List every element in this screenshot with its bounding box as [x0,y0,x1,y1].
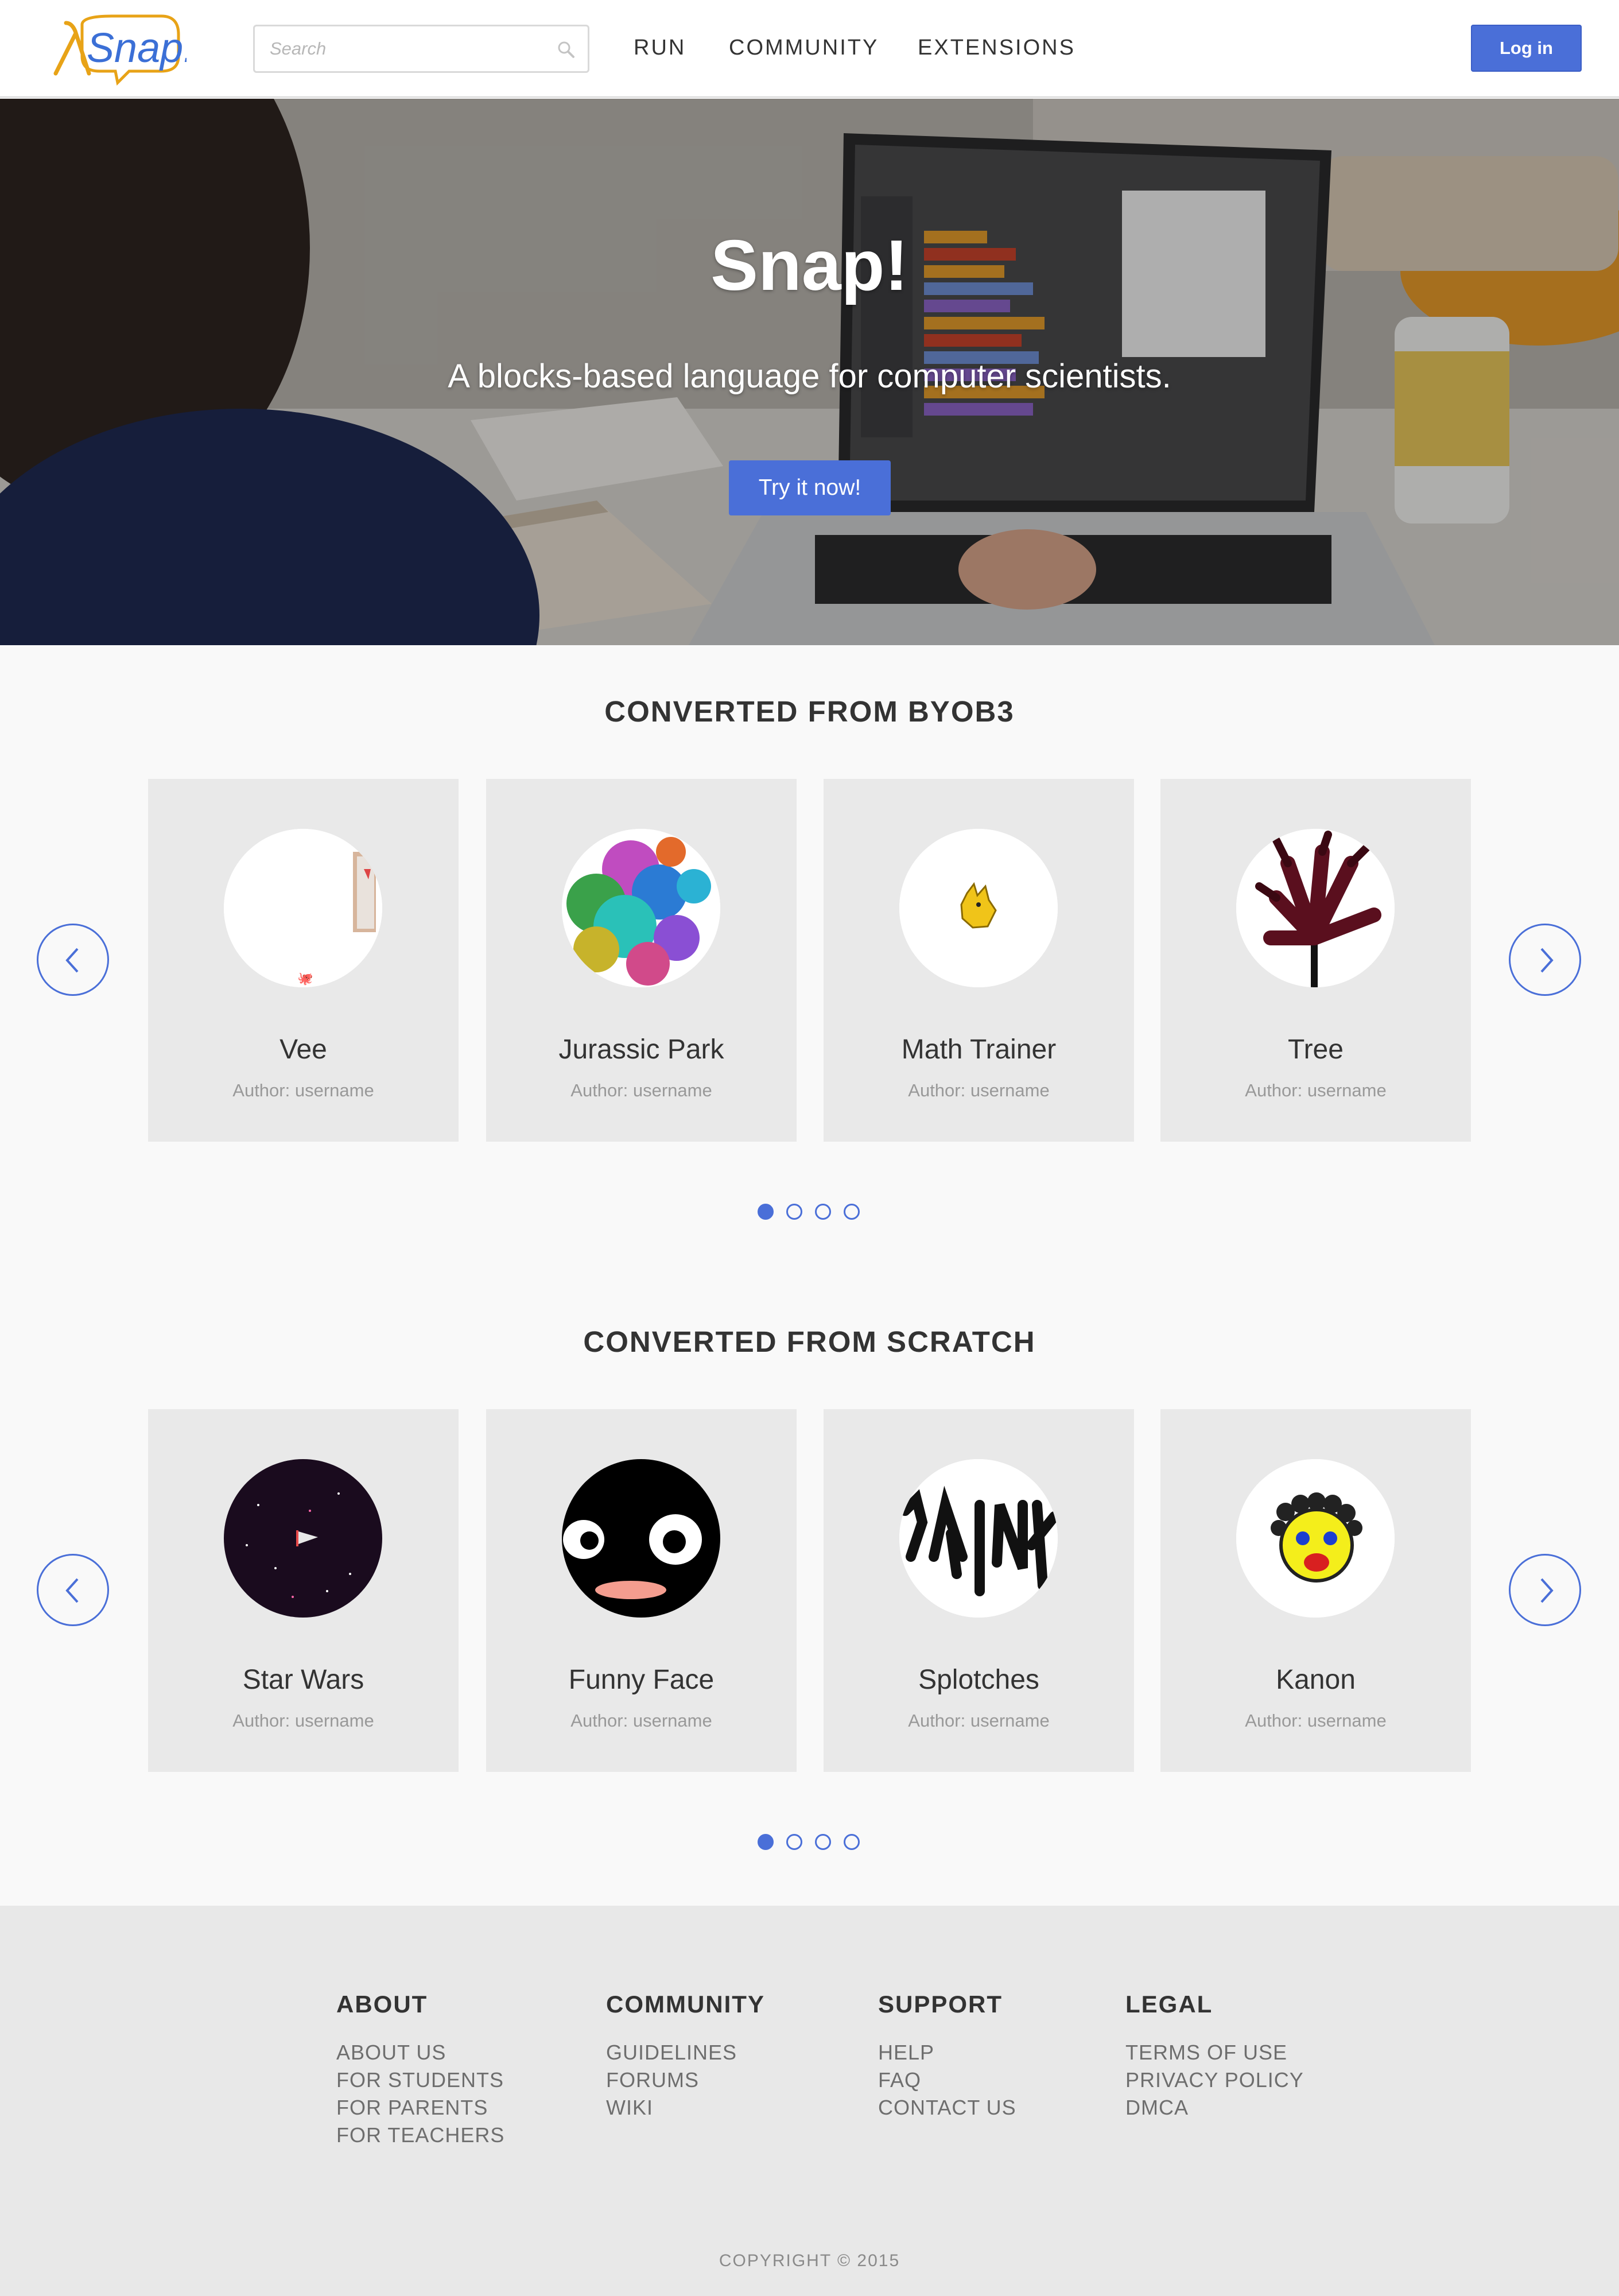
footer-link-for-students[interactable]: FOR STUDENTS [336,2066,504,2094]
carousel-dot[interactable] [758,1204,774,1220]
snap-logo[interactable]: Snap! [49,11,187,86]
star-wars-thumbnail-image [224,1459,382,1618]
site-footer: ABOUT ABOUT US FOR STUDENTS FOR PARENTS … [0,1906,1619,2296]
chevron-left-icon [65,948,79,973]
footer-link-guidelines[interactable]: GUIDELINES [606,2039,765,2066]
chevron-left-icon [65,1578,79,1603]
carousel-dot[interactable] [786,1204,802,1220]
project-thumbnail [562,1459,720,1618]
nav-run[interactable]: RUN [634,36,686,60]
project-card[interactable]: 🐙 Vee Author: username [148,779,459,1142]
footer-column-community: COMMUNITY GUIDELINES FORUMS WIKI [606,1991,765,2122]
jurassic-park-thumbnail-image [562,829,720,987]
site-header: Snap! RUN COMMUNITY EXTENSIONS Log in [0,0,1619,98]
footer-link-help[interactable]: HELP [878,2039,1016,2066]
footer-link-wiki[interactable]: WIKI [606,2094,765,2122]
carousel-pagination [758,1834,860,1850]
carousel-next-button[interactable] [1509,1554,1581,1626]
project-thumbnail [1236,829,1395,987]
footer-heading: SUPPORT [878,1991,1003,2018]
hero-subtitle: A blocks-based language for computer sci… [448,358,1171,395]
project-author: Author: username [570,1080,712,1100]
search-icon[interactable] [556,39,577,61]
carousel-dot[interactable] [758,1834,774,1850]
vee-thumbnail-image: 🐙 [224,829,382,987]
math-trainer-thumbnail-image [899,829,1058,987]
carousel-prev-button[interactable] [37,924,109,996]
project-title: Tree [1288,1034,1344,1065]
footer-link-faq[interactable]: FAQ [878,2066,1016,2094]
carousel-pagination [758,1204,860,1220]
project-author: Author: username [1245,1080,1387,1100]
footer-heading: LEGAL [1125,1991,1213,2018]
project-title: Jurassic Park [558,1034,724,1065]
copyright-text: COPYRIGHT © 2015 [719,2251,900,2270]
project-card[interactable]: Math Trainer Author: username [824,779,1134,1142]
project-title: Star Wars [242,1665,364,1695]
project-thumbnail [1236,1459,1395,1618]
footer-link-terms-of-use[interactable]: TERMS OF USE [1125,2039,1304,2066]
kanon-thumbnail-image [1236,1459,1395,1618]
project-card[interactable]: Kanon Author: username [1160,1409,1471,1772]
hero-title: Snap! [711,226,908,305]
footer-link-dmca[interactable]: DMCA [1125,2094,1304,2122]
project-author: Author: username [1245,1711,1387,1731]
project-card[interactable]: Funny Face Author: username [486,1409,797,1772]
project-thumbnail [562,829,720,987]
carousel-next-button[interactable] [1509,924,1581,996]
footer-link-for-parents[interactable]: FOR PARENTS [336,2094,504,2122]
footer-link-privacy-policy[interactable]: PRIVACY POLICY [1125,2066,1304,2094]
project-thumbnail [224,1459,382,1618]
carousel-dot[interactable] [786,1834,802,1850]
section-title-scratch: CONVERTED FROM SCRATCH [583,1325,1036,1358]
tree-thumbnail-image [1236,829,1395,987]
project-thumbnail [899,1459,1058,1618]
project-author: Author: username [908,1711,1050,1731]
project-card[interactable]: Jurassic Park Author: username [486,779,797,1142]
carousel-dot[interactable] [815,1204,831,1220]
footer-heading: ABOUT [336,1991,428,2018]
section-title-byob3: CONVERTED FROM BYOB3 [604,695,1015,728]
snap-logo-icon: Snap! [53,14,187,86]
project-title: Splotches [918,1665,1039,1695]
nav-extensions[interactable]: EXTENSIONS [918,36,1076,60]
project-author: Author: username [232,1711,374,1731]
footer-link-about-us[interactable]: ABOUT US [336,2039,504,2066]
chevron-right-icon [1540,948,1554,973]
svg-text:🐙: 🐙 [297,972,313,986]
hero-banner: Snap! A blocks-based language for comput… [0,99,1619,645]
svg-text:Snap!: Snap! [87,25,187,71]
project-card[interactable]: Tree Author: username [1160,779,1471,1142]
project-author: Author: username [908,1080,1050,1100]
try-it-now-button[interactable]: Try it now! [729,460,891,515]
project-title: Vee [279,1034,327,1065]
project-title: Math Trainer [901,1034,1057,1065]
footer-column-support: SUPPORT HELP FAQ CONTACT US [878,1991,1016,2122]
splotches-thumbnail-image [899,1459,1058,1618]
project-card[interactable]: Splotches Author: username [824,1409,1134,1772]
footer-column-about: ABOUT ABOUT US FOR STUDENTS FOR PARENTS … [336,1991,504,2149]
project-author: Author: username [232,1080,374,1100]
project-author: Author: username [570,1711,712,1731]
chevron-right-icon [1540,1578,1554,1603]
search-input[interactable] [255,26,588,71]
project-thumbnail: 🐙 [224,829,382,987]
footer-link-for-teachers[interactable]: FOR TEACHERS [336,2122,504,2149]
footer-column-legal: LEGAL TERMS OF USE PRIVACY POLICY DMCA [1125,1991,1304,2122]
funny-face-thumbnail-image [562,1459,720,1618]
project-title: Kanon [1276,1665,1356,1695]
footer-link-contact-us[interactable]: CONTACT US [878,2094,1016,2122]
nav-community[interactable]: COMMUNITY [729,36,879,60]
footer-link-forums[interactable]: FORUMS [606,2066,765,2094]
carousel-prev-button[interactable] [37,1554,109,1626]
login-button[interactable]: Log in [1471,25,1582,72]
project-card[interactable]: Star Wars Author: username [148,1409,459,1772]
carousel-dot[interactable] [844,1834,860,1850]
carousel-dot[interactable] [815,1834,831,1850]
project-title: Funny Face [568,1665,715,1695]
footer-heading: COMMUNITY [606,1991,765,2018]
search-box [253,25,589,73]
carousel-dot[interactable] [844,1204,860,1220]
project-thumbnail [899,829,1058,987]
